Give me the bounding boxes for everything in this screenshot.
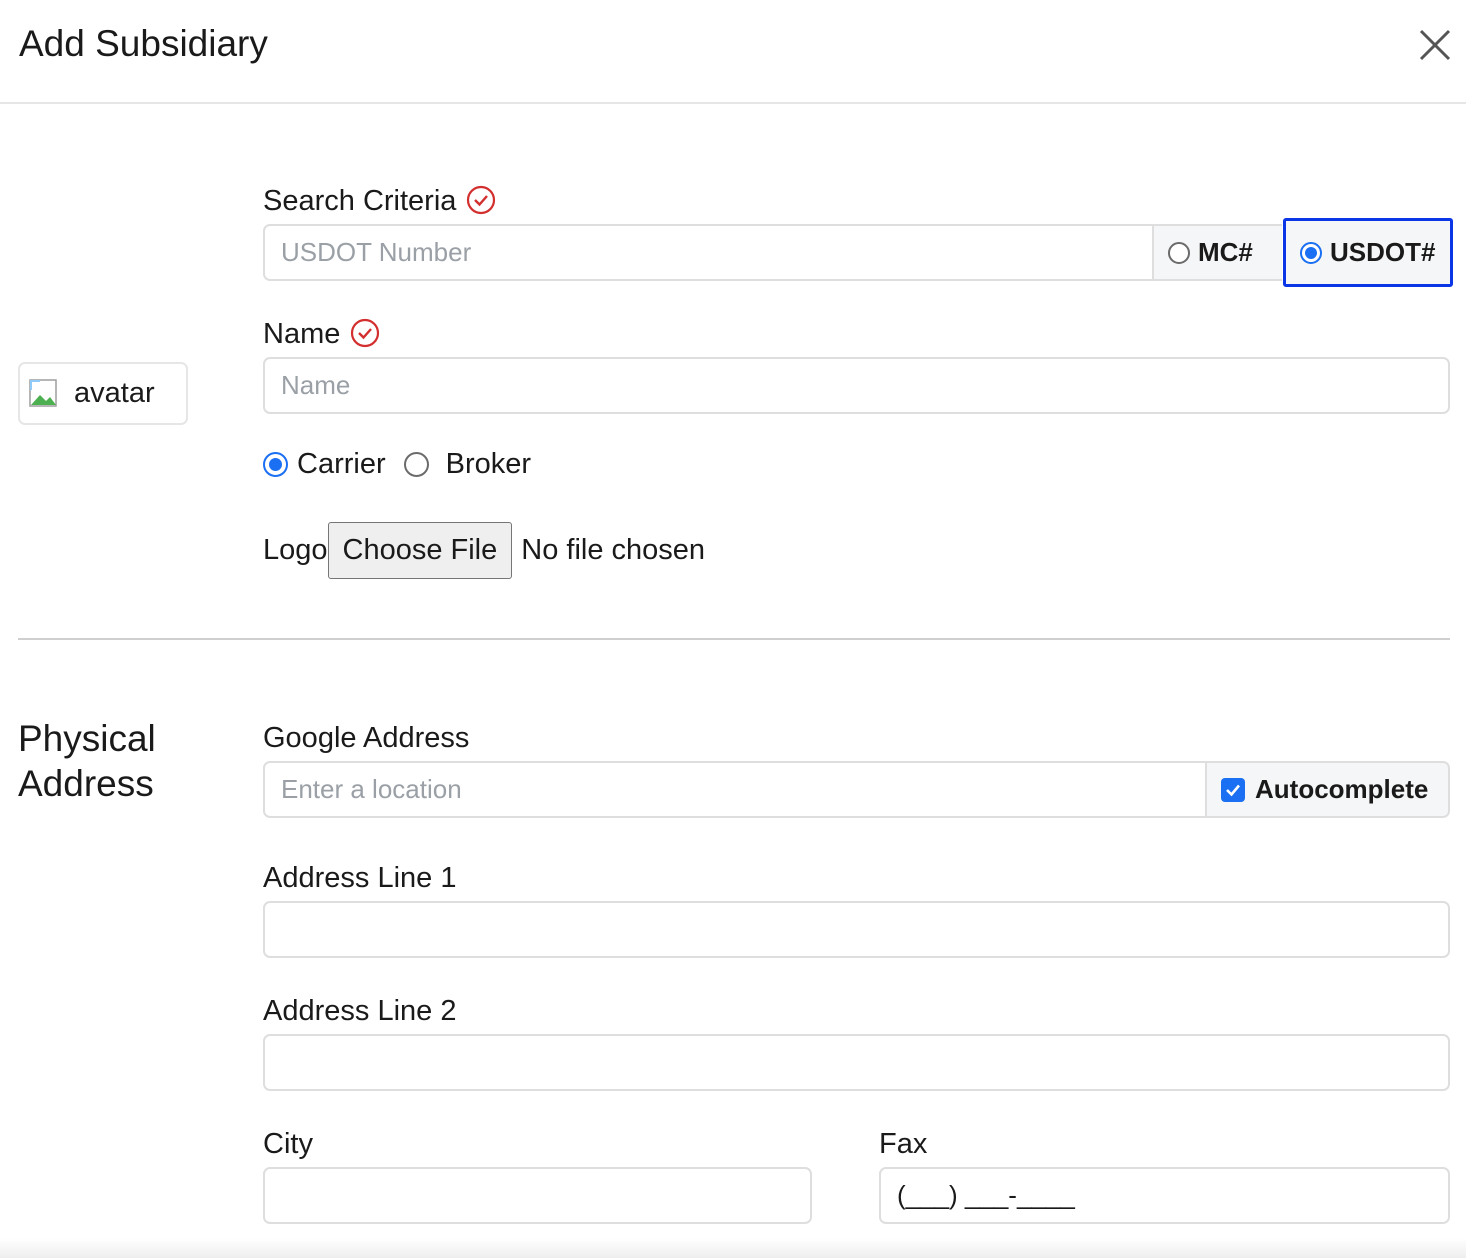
- address-line-2-input[interactable]: [263, 1034, 1450, 1091]
- fax-label: Fax: [879, 1128, 928, 1160]
- modal-header: Add Subsidiary: [0, 0, 1466, 104]
- mc-radio[interactable]: [1168, 241, 1190, 264]
- usdot-radio-option[interactable]: USDOT#: [1283, 218, 1453, 287]
- mc-radio-option[interactable]: MC#: [1152, 224, 1282, 281]
- city-input[interactable]: [263, 1167, 812, 1224]
- usdot-number-input[interactable]: [263, 224, 1153, 281]
- avatar-alt-text: avatar: [74, 377, 155, 409]
- usdot-radio[interactable]: [1300, 241, 1322, 264]
- avatar[interactable]: avatar: [18, 362, 188, 425]
- modal-title: Add Subsidiary: [19, 23, 268, 64]
- broken-image-icon: [29, 378, 57, 407]
- entity-type-radio-group: Carrier Broker: [263, 448, 531, 481]
- fax-input[interactable]: [879, 1167, 1450, 1224]
- file-status: No file chosen: [521, 534, 706, 566]
- address-line-1-input[interactable]: [263, 901, 1450, 958]
- name-label: Name: [263, 316, 380, 352]
- logo-file-row: Logo Choose File No file chosen: [263, 522, 705, 579]
- logo-label: Logo: [263, 534, 328, 566]
- close-icon[interactable]: [1415, 25, 1455, 65]
- required-check-icon: [467, 186, 496, 215]
- scroll-fade: [0, 1238, 1466, 1258]
- autocomplete-checkbox[interactable]: [1221, 777, 1245, 802]
- section-divider: [18, 638, 1450, 640]
- autocomplete-option[interactable]: Autocomplete: [1205, 761, 1450, 818]
- search-criteria-label: Search Criteria: [263, 183, 496, 219]
- city-label: City: [263, 1128, 313, 1160]
- required-check-icon: [351, 319, 380, 348]
- carrier-label[interactable]: Carrier: [297, 448, 386, 481]
- address-line-2-label: Address Line 2: [263, 995, 457, 1027]
- choose-file-button[interactable]: Choose File: [327, 522, 513, 579]
- broker-label[interactable]: Broker: [446, 448, 531, 481]
- physical-address-title: Physical Address: [18, 718, 156, 804]
- checkmark-icon: [1226, 784, 1240, 796]
- google-address-input[interactable]: [263, 761, 1206, 818]
- name-input[interactable]: [263, 357, 1450, 414]
- google-address-label: Google Address: [263, 722, 470, 754]
- address-line-1-label: Address Line 1: [263, 862, 457, 894]
- broker-radio[interactable]: [403, 452, 429, 477]
- carrier-radio[interactable]: [263, 452, 288, 477]
